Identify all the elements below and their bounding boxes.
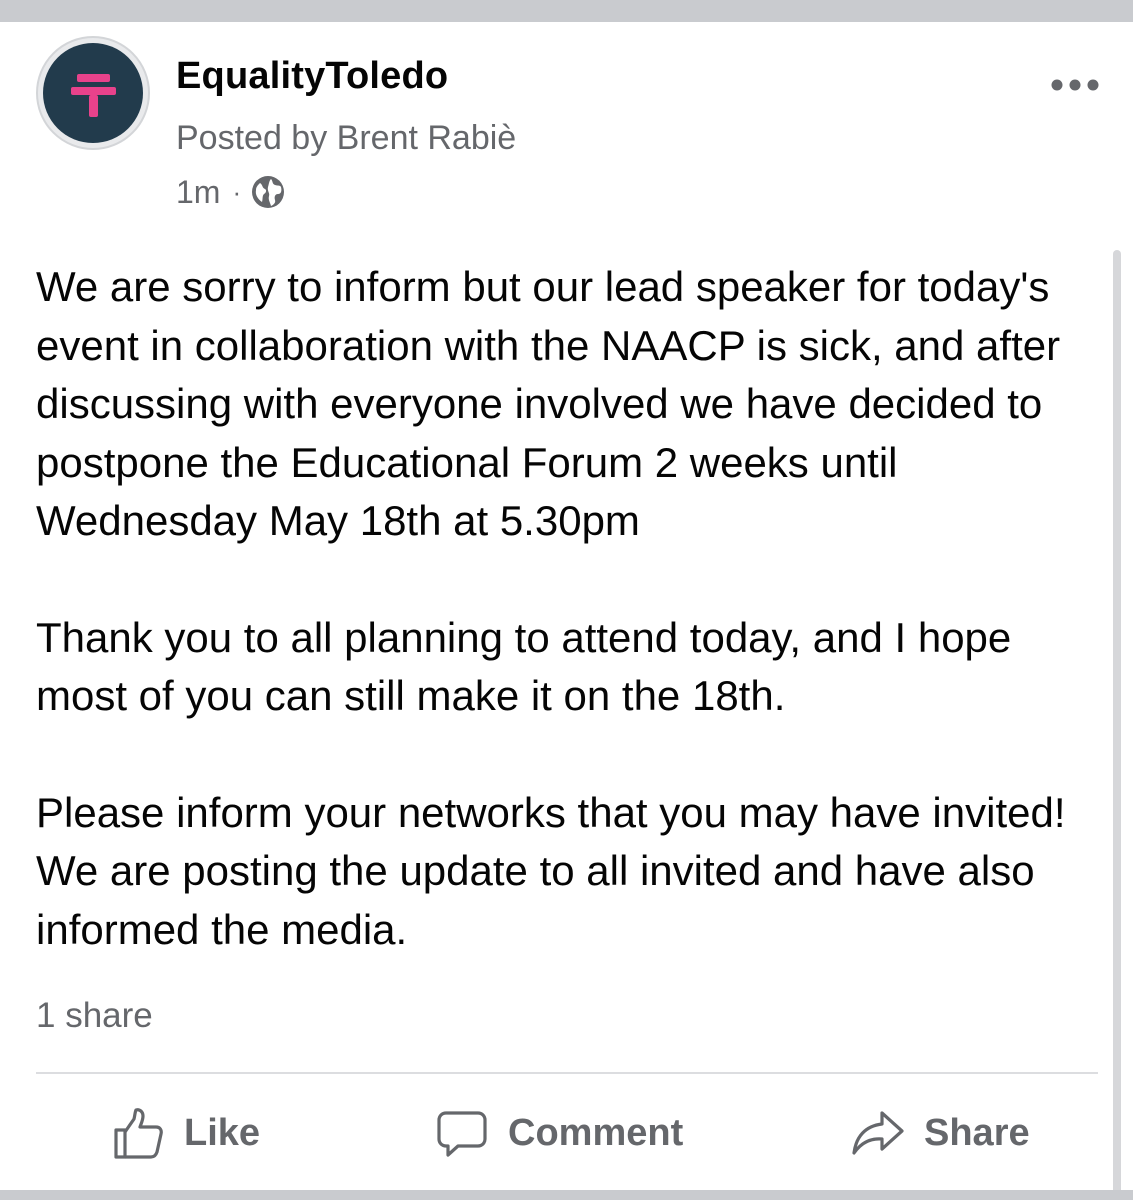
share-button[interactable]: Share <box>850 1104 1030 1162</box>
post-body: We are sorry to inform but our lead spea… <box>36 258 1106 959</box>
divider <box>36 1072 1098 1074</box>
share-arrow-icon <box>852 1111 904 1155</box>
thumbs-up-icon <box>114 1108 163 1159</box>
comment-label: Comment <box>508 1111 684 1154</box>
globe-icon[interactable] <box>251 175 285 209</box>
more-options-icon[interactable] <box>1048 70 1102 100</box>
posted-by-label[interactable]: Posted by Brent Rabiè <box>176 118 516 158</box>
bottom-edge-band <box>0 1190 1133 1200</box>
page-avatar[interactable] <box>43 43 143 143</box>
comment-icon <box>437 1111 487 1157</box>
comment-button[interactable]: Comment <box>434 1104 683 1162</box>
share-count[interactable]: 1 share <box>36 996 153 1036</box>
like-label: Like <box>184 1111 261 1154</box>
post-paragraph: Thank you to all planning to attend toda… <box>36 613 1012 720</box>
top-edge-band <box>0 0 1133 22</box>
post-timestamp[interactable]: 1m <box>176 174 220 211</box>
post-paragraph: We are sorry to inform but our lead spea… <box>36 263 1061 544</box>
post-meta: 1m · <box>176 172 285 212</box>
equality-toledo-logo-icon <box>71 74 116 117</box>
meta-separator: · <box>232 176 242 207</box>
share-label: Share <box>924 1111 1030 1154</box>
scrollbar-thumb[interactable] <box>1113 250 1121 1195</box>
post-paragraph: Please inform your networks that you may… <box>36 788 1066 953</box>
page-name[interactable]: EqualityToledo <box>176 54 448 98</box>
like-button[interactable]: Like <box>110 1104 260 1162</box>
